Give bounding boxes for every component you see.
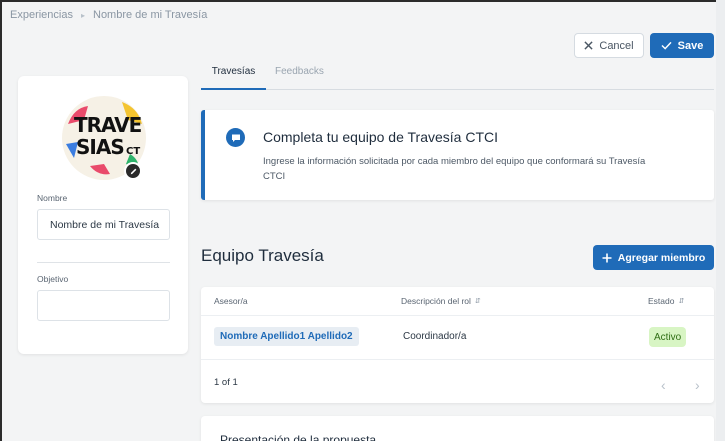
check-icon bbox=[661, 41, 672, 50]
objective-label: Objetivo bbox=[37, 274, 69, 284]
logo-line-3: CT bbox=[126, 146, 140, 157]
name-input[interactable]: Nombre de mi Travesía bbox=[37, 209, 170, 240]
chevron-right-icon: ▸ bbox=[80, 10, 85, 20]
proposal-card: Presentación de la propuesta bbox=[201, 416, 714, 441]
scrollbar[interactable] bbox=[716, 0, 725, 441]
member-role: Coordinador/a bbox=[403, 331, 467, 342]
alert-text: Ingrese la información solicitada por ca… bbox=[263, 156, 646, 182]
divider bbox=[37, 262, 170, 263]
column-header-descripcion[interactable]: Descripción del rol ⇵ bbox=[401, 296, 481, 306]
objective-input[interactable] bbox=[37, 290, 170, 321]
column-header-estado[interactable]: Estado ⇵ bbox=[648, 296, 684, 306]
close-icon bbox=[584, 41, 593, 50]
add-member-label: Agregar miembro bbox=[617, 251, 706, 264]
member-name-link[interactable]: Nombre Apellido1 Apellido2 bbox=[214, 327, 359, 346]
status-badge: Activo bbox=[649, 327, 687, 347]
info-alert: Completa tu equipo de Travesía CTCI Ingr… bbox=[201, 110, 714, 200]
profile-card: TRAVE SIAS CT Nombre Nombre de mi Traves… bbox=[18, 76, 188, 354]
column-header-asesor[interactable]: Asesor/a bbox=[214, 296, 248, 306]
column-header-descripcion-label: Descripción del rol bbox=[401, 296, 471, 306]
team-table: Asesor/a Descripción del rol ⇵ Estado ⇵ … bbox=[201, 287, 714, 403]
chevron-left-icon[interactable]: ‹ bbox=[661, 377, 666, 393]
cancel-button-label: Cancel bbox=[599, 39, 634, 52]
column-header-asesor-label: Asesor/a bbox=[214, 296, 248, 306]
plus-icon bbox=[602, 253, 612, 262]
alert-title: Completa tu equipo de Travesía CTCI bbox=[263, 129, 499, 145]
logo-line-1: TRAVE bbox=[74, 113, 142, 137]
chevron-right-icon[interactable]: › bbox=[695, 377, 700, 393]
breadcrumb: Experiencias ▸ Nombre de mi Travesía bbox=[10, 9, 207, 21]
header-divider bbox=[201, 315, 714, 316]
save-button[interactable]: Save bbox=[650, 33, 714, 58]
pencil-icon bbox=[130, 168, 136, 174]
tab-bar: Travesías Feedbacks bbox=[201, 66, 714, 90]
top-border bbox=[0, 0, 725, 2]
breadcrumb-item-current: Nombre de mi Travesía bbox=[93, 9, 208, 21]
save-button-label: Save bbox=[677, 39, 704, 52]
sort-icon: ⇵ bbox=[678, 298, 685, 305]
edit-logo-button[interactable] bbox=[124, 162, 142, 180]
proposal-title: Presentación de la propuesta bbox=[220, 433, 377, 441]
pagination-text: 1 of 1 bbox=[214, 377, 238, 388]
tab-travesias[interactable]: Travesías bbox=[201, 66, 266, 90]
name-label: Nombre bbox=[37, 193, 68, 203]
cancel-button[interactable]: Cancel bbox=[574, 33, 644, 58]
team-section-title: Equipo Travesía bbox=[201, 246, 324, 265]
row-divider bbox=[201, 359, 714, 360]
sort-icon: ⇵ bbox=[474, 298, 481, 305]
logo-line-2: SIAS bbox=[76, 135, 124, 159]
breadcrumb-item-experiencias[interactable]: Experiencias bbox=[10, 9, 73, 21]
left-border bbox=[0, 0, 2, 441]
tab-feedbacks[interactable]: Feedbacks bbox=[275, 66, 324, 90]
add-member-button[interactable]: Agregar miembro bbox=[593, 245, 714, 270]
column-header-estado-label: Estado bbox=[648, 296, 675, 306]
chat-bubble-icon bbox=[226, 128, 245, 147]
